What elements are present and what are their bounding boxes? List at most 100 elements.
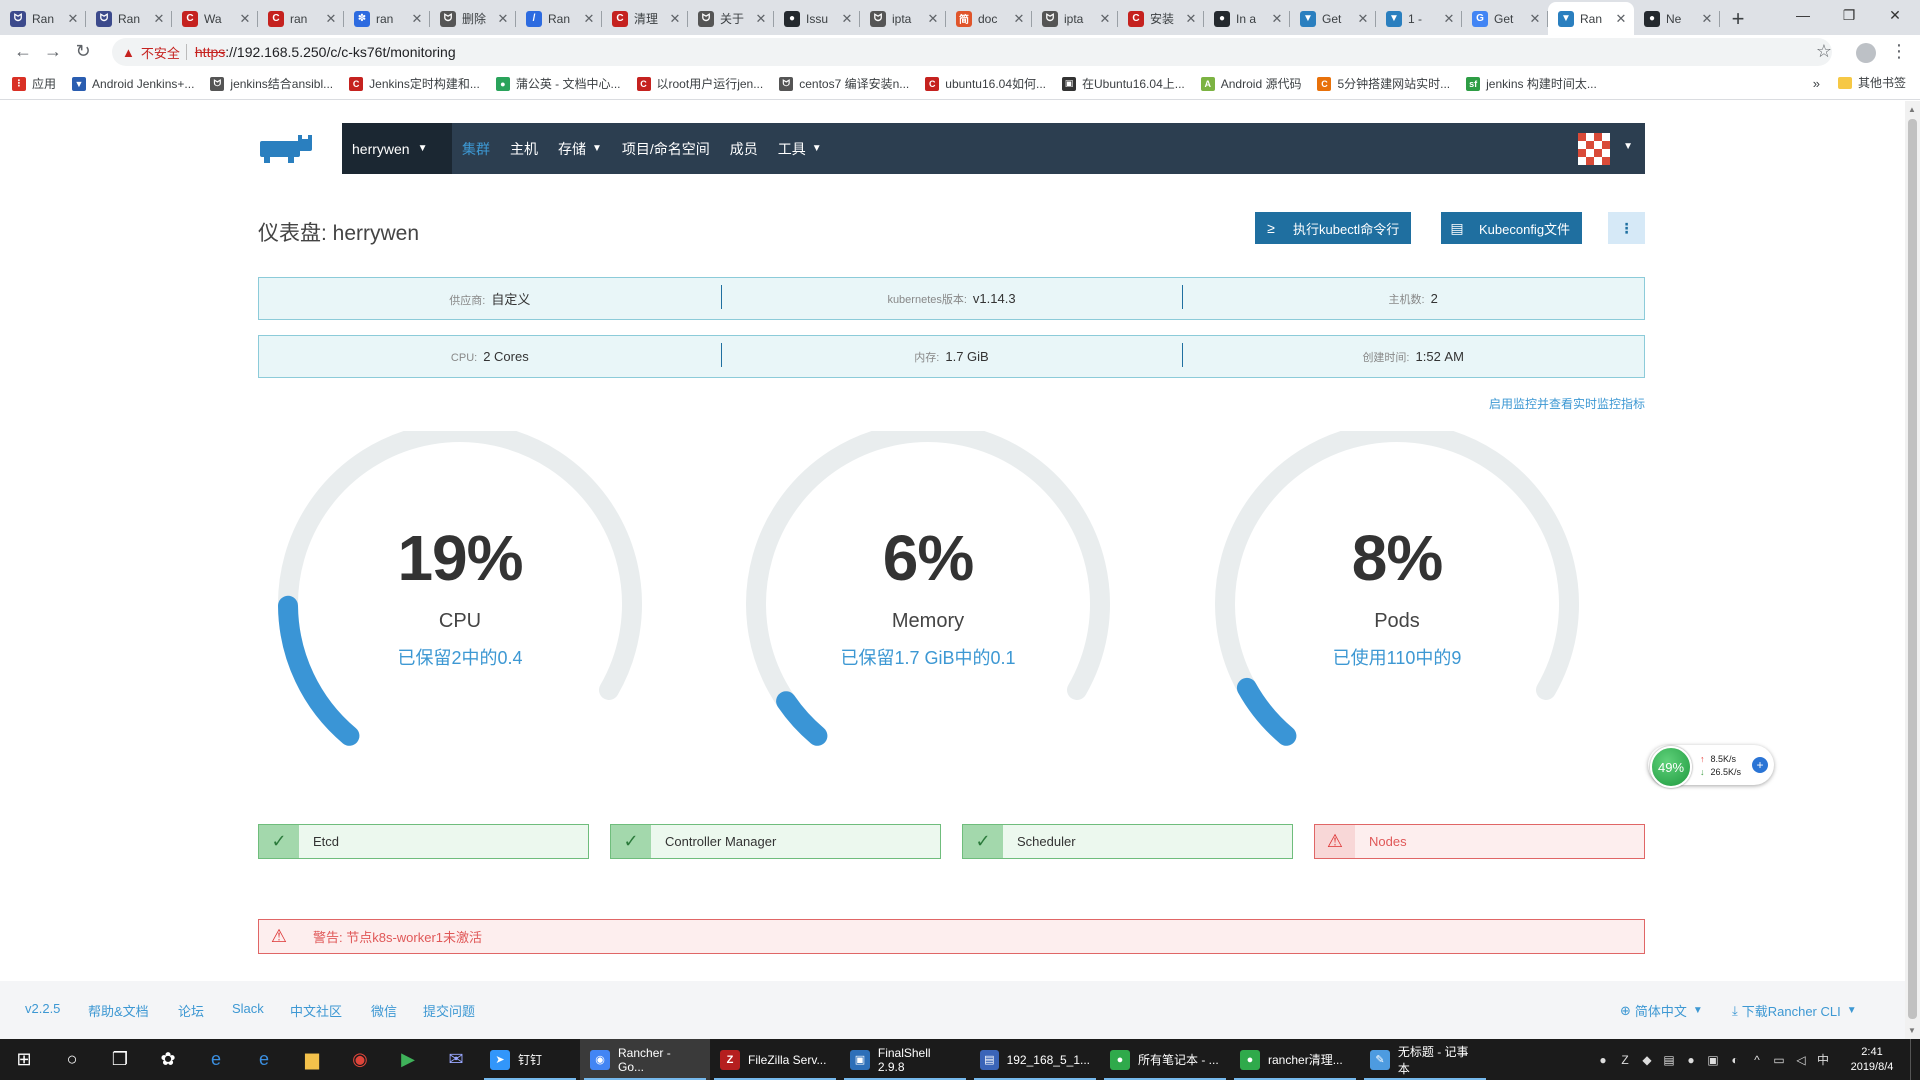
close-icon[interactable]: ✕	[1184, 11, 1198, 27]
file-explorer-icon[interactable]: ▆	[288, 1039, 336, 1080]
taskbar-app-dingtalk[interactable]: ➤ 钉钉	[480, 1039, 580, 1080]
close-icon[interactable]: ✕	[496, 11, 510, 27]
taskbar-app[interactable]: Z FileZilla Serv...	[710, 1039, 840, 1080]
browser-tab[interactable]: 简 doc ✕	[946, 2, 1032, 35]
tray-app-icon[interactable]: ◐	[1724, 1053, 1746, 1067]
download-cli-button[interactable]: ⤓ 下载Rancher CLI ▼	[1732, 1001, 1857, 1020]
language-selector[interactable]: ⊕ 简体中文 ▼	[1620, 1001, 1703, 1020]
browser-tab[interactable]: ᗢ ipta ✕	[1032, 2, 1118, 35]
taskbar-app[interactable]: ● 所有笔记本 - ...	[1100, 1039, 1230, 1080]
maximize-button[interactable]: ❐	[1826, 0, 1872, 30]
browser-tab[interactable]: C 安装 ✕	[1118, 2, 1204, 35]
nav-item[interactable]: 工具 ▼	[778, 139, 822, 159]
close-icon[interactable]: ✕	[1700, 11, 1714, 27]
network-icon[interactable]: ▭	[1768, 1053, 1790, 1067]
pinned-tool-icon[interactable]: ✉	[432, 1039, 480, 1080]
bookmark-item[interactable]: ▼ Android Jenkins+...	[72, 76, 194, 91]
version-link[interactable]: v2.2.5	[25, 1001, 60, 1016]
cluster-switcher[interactable]: herrywen ▼	[342, 123, 452, 174]
close-icon[interactable]: ✕	[238, 11, 252, 27]
close-icon[interactable]: ✕	[1012, 11, 1026, 27]
browser-tab[interactable]: ᗢ 关于 ✕	[688, 2, 774, 35]
minimize-button[interactable]: —	[1780, 0, 1826, 30]
bookmarks-overflow-icon[interactable]: »	[1813, 76, 1820, 91]
new-tab-button[interactable]: +	[1720, 2, 1756, 35]
nav-item[interactable]: 存储 ▼	[558, 139, 602, 159]
scroll-down-icon[interactable]: ▼	[1908, 1026, 1916, 1035]
enable-monitoring-link[interactable]: 启用监控并查看实时监控指标	[1480, 395, 1645, 412]
browser-menu-icon[interactable]: ⋮	[1890, 41, 1908, 62]
bookmark-item[interactable]: ᗢ jenkins结合ansibl...	[210, 75, 333, 92]
page-scrollbar[interactable]: ▲ ▼	[1905, 101, 1920, 1039]
tray-app-icon[interactable]: ▤	[1658, 1053, 1680, 1067]
edge-icon[interactable]: e	[240, 1039, 288, 1080]
url-bar[interactable]: ▲ 不安全 https://192.168.5.250/c/c-ks76t/mo…	[112, 38, 1832, 66]
bookmark-star-icon[interactable]: ☆	[1816, 41, 1832, 62]
windows-start-icon[interactable]: ⊞	[0, 1039, 48, 1080]
browser-tab[interactable]: ✽ ran ✕	[344, 2, 430, 35]
other-bookmarks[interactable]: 其他书签	[1837, 74, 1906, 91]
browser-tab[interactable]: C 清理 ✕	[602, 2, 688, 35]
close-icon[interactable]: ✕	[1356, 11, 1370, 27]
footer-link-slack[interactable]: Slack	[232, 1001, 264, 1016]
nav-item[interactable]: 集群	[462, 139, 490, 159]
bookmark-item[interactable]: Cubuntu16.04如何...	[925, 75, 1046, 92]
scroll-up-icon[interactable]: ▲	[1908, 105, 1916, 114]
bookmark-item[interactable]: ● 蒲公英 - 文档中心...	[495, 75, 621, 92]
browser-tab[interactable]: C Wa ✕	[172, 2, 258, 35]
browser-tab[interactable]: ▼ 1 - ✕	[1376, 2, 1462, 35]
chevron-down-icon[interactable]: ▼	[1623, 141, 1633, 152]
bookmark-item[interactable]: C Jenkins定时构建和...	[349, 75, 480, 92]
task-view-icon[interactable]: ❐	[96, 1039, 144, 1080]
volume-icon[interactable]: ◁	[1790, 1053, 1812, 1067]
bookmark-item[interactable]: ᗢ centos7 编译安装n...	[779, 75, 909, 92]
media-player-icon[interactable]: ▶	[384, 1039, 432, 1080]
close-icon[interactable]: ✕	[926, 11, 940, 27]
ime-indicator[interactable]: 中	[1812, 1051, 1834, 1068]
browser-tab[interactable]: ᗢ 删除 ✕	[430, 2, 516, 35]
tray-app-icon[interactable]: ●	[1680, 1053, 1702, 1067]
close-icon[interactable]: ✕	[754, 11, 768, 27]
close-icon[interactable]: ✕	[152, 11, 166, 27]
chevron-up-icon[interactable]: ^	[1746, 1053, 1768, 1067]
tray-app-icon[interactable]: ●	[1592, 1053, 1614, 1067]
close-window-button[interactable]: ✕	[1872, 0, 1918, 30]
warning-icon[interactable]: ▲	[122, 45, 135, 60]
tray-app-icon[interactable]: ◆	[1636, 1053, 1658, 1067]
plus-icon[interactable]: +	[1752, 757, 1768, 773]
footer-link-help[interactable]: 帮助&文档	[88, 1001, 149, 1020]
browser-tab[interactable]: G Get ✕	[1462, 2, 1548, 35]
close-icon[interactable]: ✕	[1098, 11, 1112, 27]
footer-link-forum[interactable]: 论坛	[178, 1001, 204, 1020]
close-icon[interactable]: ✕	[1442, 11, 1456, 27]
bookmark-item[interactable]: ⋮ 应用	[12, 75, 56, 92]
close-icon[interactable]: ✕	[1614, 11, 1628, 27]
footer-link-issues[interactable]: 提交问题	[423, 1001, 475, 1020]
close-icon[interactable]: ✕	[840, 11, 854, 27]
profile-avatar[interactable]	[1856, 43, 1876, 63]
close-icon[interactable]: ✕	[582, 11, 596, 27]
browser-tab[interactable]: ▼ Get ✕	[1290, 2, 1376, 35]
browser-tab[interactable]: ● Ne ✕	[1634, 2, 1720, 35]
pinned-app-icon[interactable]: ✿	[144, 1039, 192, 1080]
bookmark-item[interactable]: sf jenkins 构建时间太...	[1466, 75, 1597, 92]
back-icon[interactable]: ←	[8, 41, 38, 62]
footer-link-community[interactable]: 中文社区	[290, 1001, 342, 1020]
footer-link-wechat[interactable]: 微信	[371, 1001, 397, 1020]
ie-icon[interactable]: e	[192, 1039, 240, 1080]
system-clock[interactable]: 2:41 2019/8/4	[1834, 1045, 1910, 1075]
more-actions-button[interactable]: ⋮	[1608, 212, 1645, 244]
tray-app-icon[interactable]: ▣	[1702, 1053, 1724, 1067]
reload-icon[interactable]: ↻	[68, 41, 98, 62]
close-icon[interactable]: ✕	[668, 11, 682, 27]
taskbar-app[interactable]: ● rancher清理...	[1230, 1039, 1360, 1080]
nav-item[interactable]: 主机	[510, 139, 538, 159]
close-icon[interactable]: ✕	[1270, 11, 1284, 27]
taskbar-app[interactable]: ▣ FinalShell 2.9.8	[840, 1039, 970, 1080]
close-icon[interactable]: ✕	[66, 11, 80, 27]
bookmark-item[interactable]: C 5分钟搭建网站实时...	[1317, 75, 1450, 92]
network-speed-widget[interactable]: 49% ↑ 8.5K/s ↓ 26.5K/s +	[1648, 745, 1774, 788]
tray-app-icon[interactable]: Z	[1614, 1053, 1636, 1067]
forward-icon[interactable]: →	[38, 41, 68, 62]
taskbar-app[interactable]: ▤ 192_168_5_1...	[970, 1039, 1100, 1080]
